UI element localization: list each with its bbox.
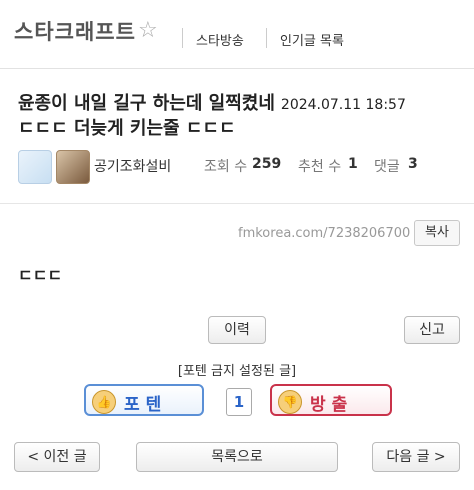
copy-url-button[interactable]: 복사 bbox=[414, 220, 460, 246]
post-date: 2024.07.11 18:57 bbox=[280, 97, 406, 113]
header-link-broadcast[interactable]: 스타방송 bbox=[196, 30, 244, 49]
favorite-star-icon[interactable]: ☆ bbox=[138, 18, 158, 43]
next-post-button[interactable]: 다음 글 > bbox=[372, 442, 460, 472]
post-title-line2: ㄷㄷㄷ 더늦게 키는줄 ㄷㄷㄷ bbox=[18, 118, 236, 139]
author-badge-avatar bbox=[56, 150, 90, 184]
vote-count: 1 bbox=[226, 388, 252, 416]
views-label: 조회 수 bbox=[204, 159, 248, 175]
post-url[interactable]: fmkorea.com/7238206700 bbox=[238, 226, 410, 241]
thumbs-down-icon: 👎 bbox=[278, 390, 302, 414]
thumbs-up-icon: 👍 bbox=[92, 390, 116, 414]
divider bbox=[266, 28, 267, 48]
post-title: 윤종이 내일 길구 하는데 일찍켰네 2024.07.11 18:57 ㄷㄷㄷ 더… bbox=[18, 92, 468, 141]
recommend-count: 1 bbox=[348, 156, 358, 172]
vote-up-label: 포텐 bbox=[124, 395, 168, 415]
history-button[interactable]: 이력 bbox=[208, 316, 266, 344]
divider bbox=[0, 203, 474, 204]
divider bbox=[182, 28, 183, 48]
author-avatar[interactable] bbox=[18, 150, 52, 184]
comments-count[interactable]: 3 bbox=[408, 156, 418, 172]
list-button[interactable]: 목록으로 bbox=[136, 442, 338, 472]
recommend-label: 추천 수 bbox=[298, 159, 342, 175]
board-header: 스타크래프트 ☆ 스타방송 인기글 목록 bbox=[0, 0, 474, 69]
report-button[interactable]: 신고 bbox=[404, 316, 460, 344]
prev-post-button[interactable]: < 이전 글 bbox=[14, 442, 100, 472]
post-title-line1: 윤종이 내일 길구 하는데 일찍켰네 bbox=[18, 93, 275, 114]
header-link-popular[interactable]: 인기글 목록 bbox=[280, 30, 344, 49]
views-count: 259 bbox=[252, 156, 282, 172]
post-body: ㄷㄷㄷ bbox=[18, 266, 63, 285]
vote-down-button[interactable]: 👎 방출 bbox=[270, 384, 392, 416]
vote-down-label: 방출 bbox=[310, 395, 354, 415]
board-title[interactable]: 스타크래프트 bbox=[14, 16, 136, 46]
post-meta: 공기조화설비 조회 수 259 추천 수 1 댓글 3 bbox=[18, 148, 468, 184]
vote-up-button[interactable]: 👍 포텐 bbox=[84, 384, 204, 416]
vote-notice: [포텐 금지 설정된 글] bbox=[177, 364, 297, 379]
comments-label: 댓글 bbox=[374, 159, 400, 175]
author-name[interactable]: 공기조화설비 bbox=[94, 156, 171, 176]
